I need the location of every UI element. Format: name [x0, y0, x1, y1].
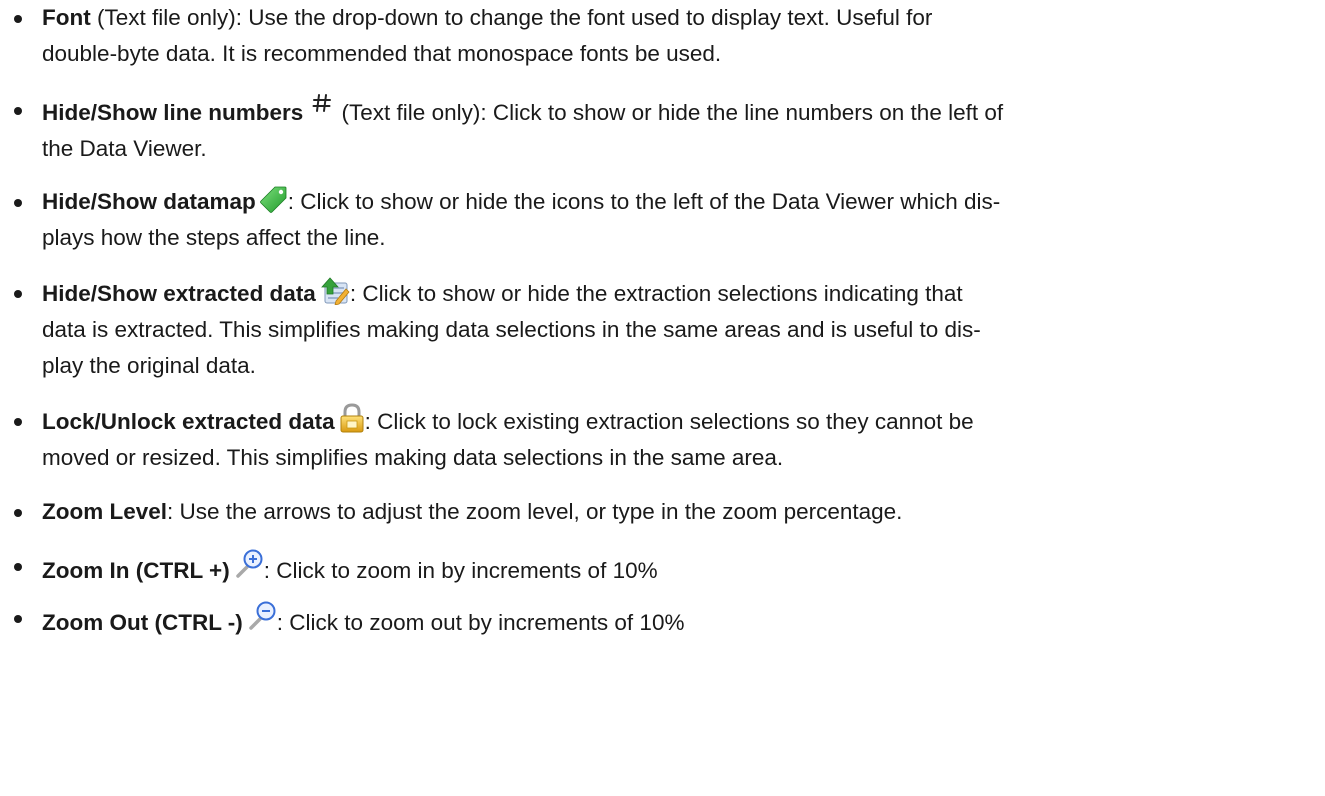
zoom-in-icon [234, 548, 264, 580]
item-desc-line2: double-byte data. It is recommended that… [42, 41, 722, 66]
bullet [14, 290, 22, 298]
document-page: Font (Text file only): Use the drop-down… [0, 0, 1325, 796]
item-text: Font (Text file only): Use the drop-down… [42, 0, 1312, 72]
item-text: Hide/Show datamap : Click to show or hid… [42, 184, 1312, 256]
item-desc-line1: : Use the arrows to adjust the zoom leve… [167, 499, 903, 524]
bullet [14, 107, 22, 115]
item-text: Zoom In (CTRL +) : Click to zoom in by i… [42, 548, 1312, 589]
item-text: Zoom Out (CTRL -) : Click to zoom out by… [42, 600, 1312, 641]
item-text: Lock/Unlock extracted data : Click to lo… [42, 403, 1312, 476]
item-desc-line2: the Data Viewer. [42, 136, 207, 161]
hash-icon [311, 92, 333, 114]
item-text: Zoom Level: Use the arrows to adjust the… [42, 494, 1312, 530]
item-desc-line2: data is extracted. This simplifies makin… [42, 317, 981, 342]
item-desc-line3: play the original data. [42, 353, 256, 378]
term-line-numbers: Hide/Show line numbers [42, 100, 304, 125]
item-desc-line1: : Click to lock existing extraction sele… [364, 409, 974, 434]
bullet [14, 199, 22, 207]
zoom-out-icon [247, 600, 277, 632]
item-desc-line2: plays how the steps affect the line. [42, 225, 386, 250]
lock-icon [339, 403, 365, 433]
item-desc-line1: : Click to zoom in by increments of 10% [263, 558, 658, 583]
term-zoom-level: Zoom Level [42, 499, 168, 524]
extract-data-icon [320, 275, 350, 305]
item-desc-line2: moved or resized. This simplifies making… [42, 445, 784, 470]
bullet [14, 15, 22, 23]
item-desc-line1: : Click to show or hide the extraction s… [349, 281, 963, 306]
term-lock-extracted-data: Lock/Unlock extracted data [42, 409, 335, 434]
bullet [14, 563, 22, 571]
item-text: Hide/Show extracted data : Click to show… [42, 275, 1312, 384]
term-extracted-data: Hide/Show extracted data [42, 281, 316, 306]
tag-icon [259, 185, 288, 213]
term-datamap: Hide/Show datamap [42, 189, 256, 214]
term-zoom-out: Zoom Out (CTRL -) [42, 610, 243, 635]
item-desc-line1: (Text file only): Click to show or hide … [335, 100, 1004, 125]
bullet [14, 509, 22, 517]
item-text: Hide/Show line numbers (Text file only):… [42, 92, 1312, 167]
item-desc-line1: (Text file only): Use the drop-down to c… [90, 5, 933, 30]
bullet [14, 615, 22, 623]
item-desc-line1: : Click to zoom out by increments of 10% [276, 610, 685, 635]
item-desc-line1: : Click to show or hide the icons to the… [287, 189, 1001, 214]
term-font: Font [42, 5, 91, 30]
bullet [14, 418, 22, 426]
term-zoom-in: Zoom In (CTRL +) [42, 558, 230, 583]
